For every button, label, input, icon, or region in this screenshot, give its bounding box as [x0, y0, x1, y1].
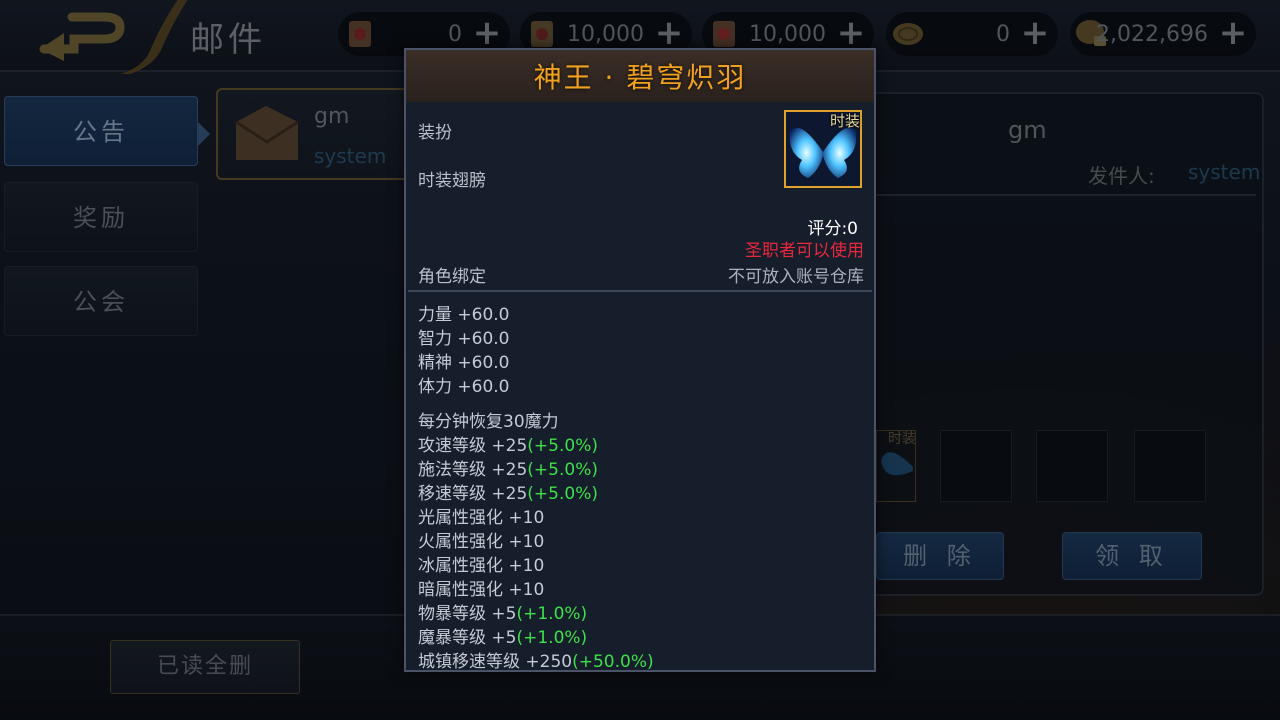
- binding-type: 角色绑定: [418, 267, 486, 287]
- item-icon-tag: 时装: [829, 112, 860, 130]
- item-icon-frame: 时装: [784, 110, 862, 188]
- item-name: 神王 · 碧穹炽羽: [533, 61, 747, 94]
- extra-stat: 攻速等级 +25(+5.0%): [418, 436, 598, 456]
- extra-stat: 每分钟恢复30魔力: [418, 412, 559, 432]
- item-subtype: 时装翅膀: [418, 171, 486, 191]
- extra-stat: 暗属性强化 +10: [418, 580, 545, 600]
- base-stat: 体力 +60.0: [418, 377, 510, 397]
- extra-stat: 物暴等级 +5(+1.0%): [418, 604, 588, 624]
- storage-restriction: 不可放入账号仓库: [728, 267, 864, 287]
- base-stat: 智力 +60.0: [418, 329, 510, 349]
- base-stat: 精神 +60.0: [418, 353, 510, 373]
- extra-stat: 施法等级 +25(+5.0%): [418, 460, 598, 480]
- item-tooltip: 神王 · 碧穹炽羽 装扮 时装翅膀 时装 评分:0 圣职者可以使用 角色绑定 不…: [404, 48, 876, 672]
- tooltip-header: 神王 · 碧穹炽羽: [406, 50, 874, 102]
- extra-stat: 移速等级 +25(+5.0%): [418, 484, 598, 504]
- base-stat: 力量 +60.0: [418, 305, 510, 325]
- tooltip-divider: [408, 290, 872, 292]
- extra-stat: 城镇移速等级 +250(+50.0%): [418, 652, 654, 672]
- extra-stat: 冰属性强化 +10: [418, 556, 545, 576]
- class-requirement: 圣职者可以使用: [745, 241, 864, 261]
- extra-stat: 光属性强化 +10: [418, 508, 545, 528]
- item-category: 装扮: [418, 123, 452, 143]
- extra-stat: 魔暴等级 +5(+1.0%): [418, 628, 588, 648]
- extra-stat: 火属性强化 +10: [418, 532, 545, 552]
